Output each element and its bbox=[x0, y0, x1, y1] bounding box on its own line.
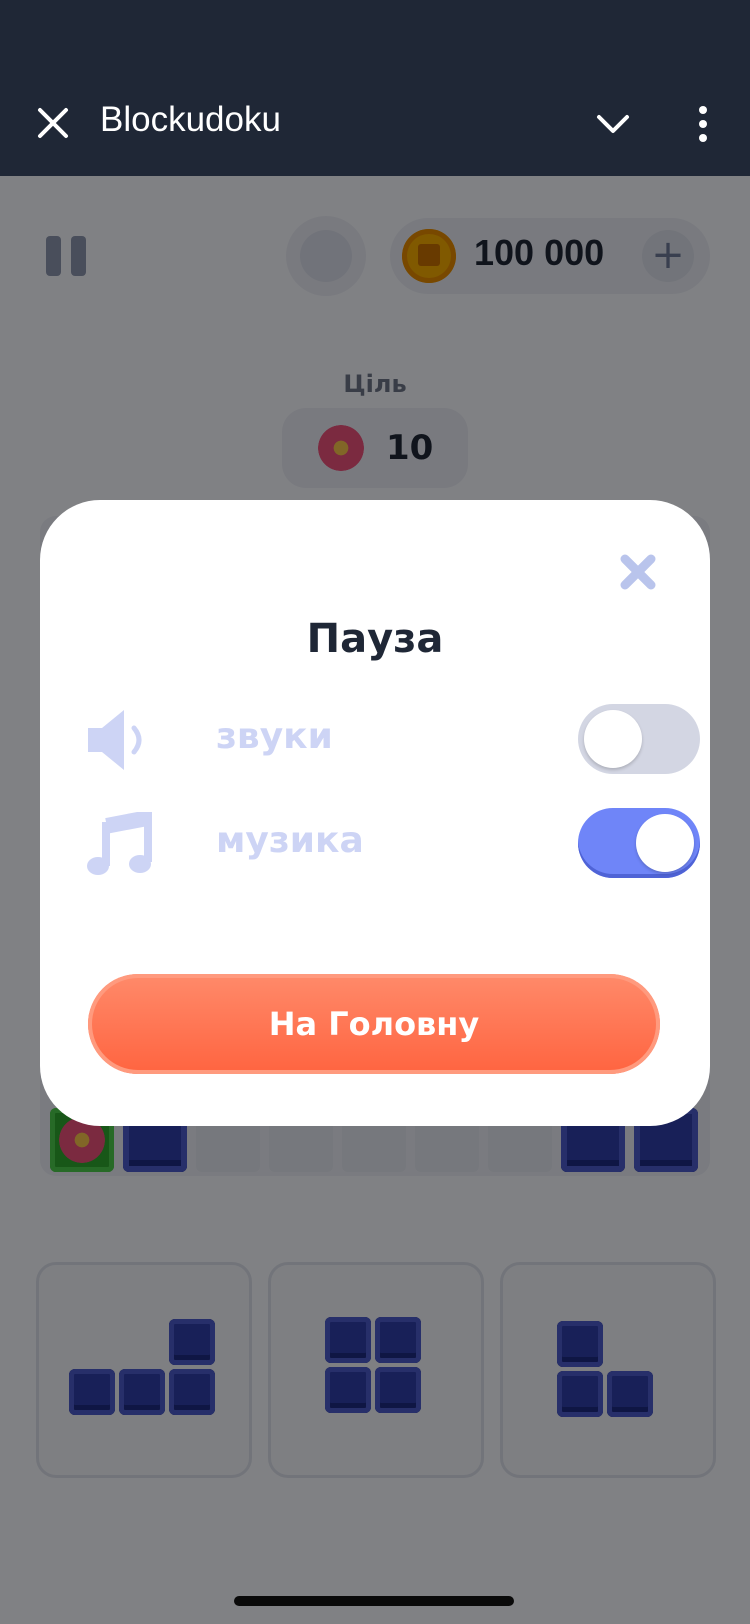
music-label: музика bbox=[216, 820, 364, 861]
speaker-icon bbox=[88, 710, 142, 770]
more-vertical-icon[interactable] bbox=[696, 106, 710, 142]
home-button[interactable]: На Головну bbox=[88, 974, 660, 1074]
toggle-knob bbox=[584, 710, 642, 768]
music-toggle[interactable] bbox=[578, 808, 700, 878]
dialog-title: Пауза bbox=[306, 616, 444, 662]
app-title: Blockudoku bbox=[100, 100, 281, 139]
sound-label: звуки bbox=[216, 716, 333, 757]
chevron-down-icon[interactable] bbox=[596, 112, 630, 136]
sound-toggle[interactable] bbox=[578, 704, 700, 774]
close-x-icon[interactable] bbox=[618, 552, 658, 592]
music-note-icon bbox=[87, 812, 152, 875]
app-bar: Blockudoku bbox=[0, 0, 750, 176]
home-indicator[interactable] bbox=[234, 1596, 514, 1606]
music-setting: музика bbox=[86, 804, 700, 884]
close-icon[interactable] bbox=[36, 106, 70, 140]
sound-setting: звуки bbox=[86, 700, 700, 780]
pause-dialog: Пауза звуки музика На Головну bbox=[40, 500, 710, 1126]
toggle-knob bbox=[636, 814, 694, 872]
